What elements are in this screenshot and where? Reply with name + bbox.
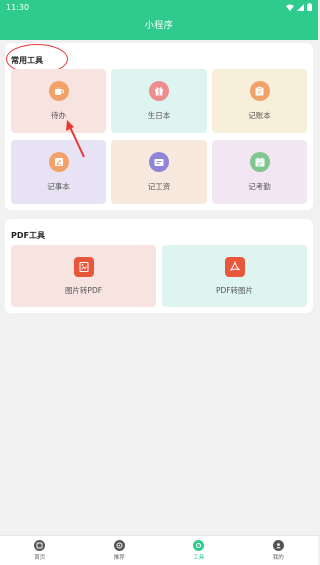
tile-accounting-label: 记账本: [248, 111, 271, 120]
tile-todo-label: 待办: [51, 111, 66, 120]
cup-icon: [48, 81, 69, 101]
status-time: 11:30: [6, 2, 30, 12]
wallet-icon: [149, 152, 169, 172]
tile-attendance-label: 记考勤: [248, 182, 271, 191]
status-bar: 11:30: [6, 1, 312, 13]
header-bar: 11:30 小程序: [0, 0, 318, 40]
tile-birthday-label: 生日本: [147, 111, 171, 120]
tab-tools[interactable]: 工具: [159, 536, 239, 565]
common-tools-card: 常用工具 待办 生日本 记账本 记事本 记工资 记考勤: [5, 43, 313, 210]
compass-icon: [113, 540, 125, 551]
profile-icon: [272, 540, 284, 551]
tools-icon: [193, 540, 205, 551]
tab-home[interactable]: 首页: [0, 536, 80, 565]
tile-birthday[interactable]: 生日本: [111, 69, 207, 133]
bottom-tab-bar: 首页 推荐 工具 我的: [0, 535, 318, 565]
tab-tools-label: 工具: [193, 555, 205, 561]
battery-icon: [307, 3, 312, 11]
tile-salary-label: 记工资: [147, 182, 171, 191]
page-title: 小程序: [144, 21, 174, 31]
tile-salary[interactable]: 记工资: [111, 140, 207, 204]
tile-accounting[interactable]: 记账本: [212, 69, 307, 133]
notebook-icon: [48, 152, 69, 172]
tile-image-to-pdf[interactable]: 图片转PDF: [11, 245, 156, 307]
tile-notebook[interactable]: 记事本: [11, 140, 106, 204]
tab-home-label: 首页: [34, 555, 46, 561]
gift-icon: [149, 81, 169, 101]
calendar-icon: [249, 152, 270, 172]
pdf-tools-card: PDF工具 图片转PDF PDF转图片: [5, 219, 313, 313]
image-to-pdf-icon: [73, 257, 94, 277]
tile-notebook-label: 记事本: [47, 182, 70, 191]
wifi-icon: [286, 4, 294, 11]
app-screen: 11:30 小程序 常用工具 待办 生日本 记账本 记事本 记工资 记考勤 PD…: [0, 0, 318, 565]
tile-attendance[interactable]: 记考勤: [212, 140, 307, 204]
tab-recommend-label: 推荐: [113, 555, 125, 561]
tile-todo[interactable]: 待办: [11, 69, 106, 133]
tab-recommend[interactable]: 推荐: [80, 536, 160, 565]
tile-pdf-to-image[interactable]: PDF转图片: [162, 245, 307, 307]
home-icon: [34, 540, 46, 551]
signal-icon: [297, 3, 304, 11]
status-icons: [286, 3, 312, 11]
tile-pdf-to-image-label: PDF转图片: [215, 286, 254, 295]
clipboard-icon: [249, 81, 270, 101]
pdf-tools-title: PDF工具: [11, 231, 45, 240]
tab-profile-label: 我的: [272, 555, 284, 561]
tab-profile[interactable]: 我的: [239, 536, 319, 565]
pdf-to-image-icon: [224, 257, 245, 277]
tile-image-to-pdf-label: 图片转PDF: [64, 286, 103, 295]
